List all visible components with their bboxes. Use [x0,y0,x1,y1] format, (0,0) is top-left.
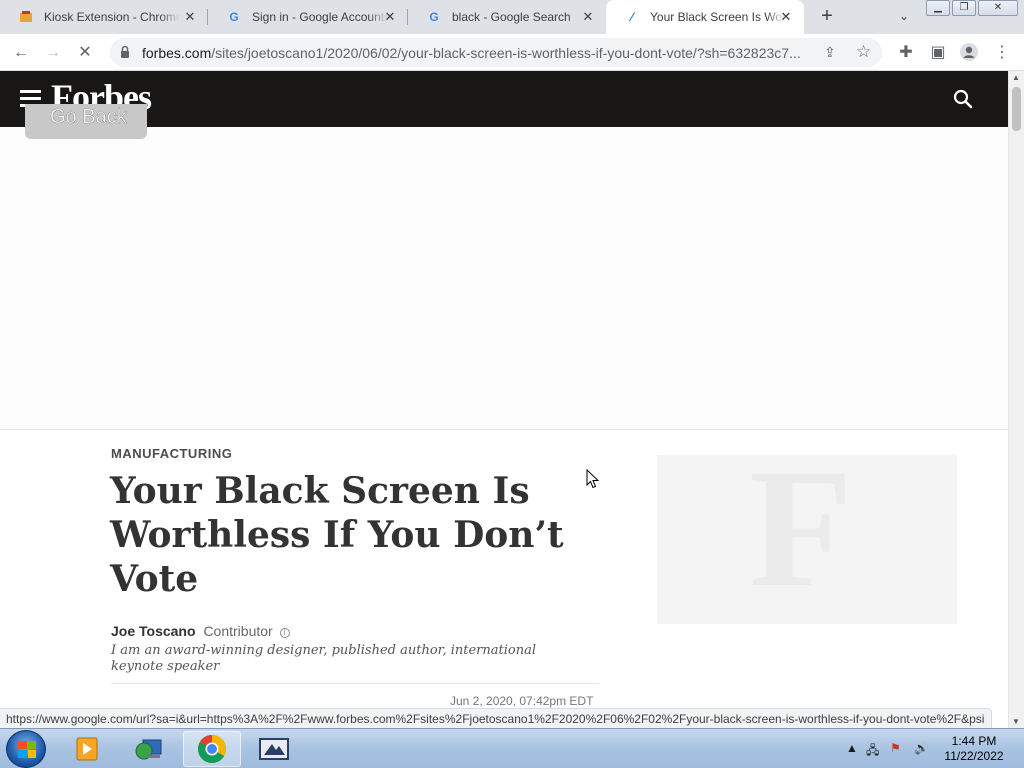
author-name[interactable]: Joe Toscano [111,623,196,639]
extensions-puzzle-icon[interactable]: ✚ [895,42,917,64]
tab-google-sign-in[interactable]: G Sign in - Google Accounts ✕ [208,0,408,34]
share-icon[interactable]: ⇪ [824,44,836,61]
restore-button[interactable]: ❐ [952,0,976,16]
placeholder-image: F [657,455,957,624]
start-button[interactable] [6,730,46,768]
tab-forbes-article[interactable]: ⁄ Your Black Screen Is Worthless ✕ [606,0,804,34]
author-bio: I am an award-winning designer, publishe… [111,643,536,674]
taskbar-network-app[interactable] [120,731,178,767]
web-page: Forbes Go Back MANUFACTURING Your Black … [0,71,1008,708]
windows-logo-icon [18,741,36,758]
close-tab-icon[interactable]: ✕ [182,9,198,25]
divider [111,683,599,684]
forbes-f-watermark: F [749,455,853,622]
tab-strip: Kiosk Extension - Chrome ✕ G Sign in - G… [0,0,1024,34]
volume-speaker-icon[interactable]: 🔊 [914,741,929,755]
tab-title: black - Google Search [452,10,571,24]
forward-arrow-icon[interactable]: → [42,42,64,64]
new-tab-button[interactable]: + [816,6,838,28]
url-path: /sites/joetoscano1/2020/06/02/your-black… [211,45,801,61]
forbes-header: Forbes [0,71,1008,127]
tab-search-chevron-icon[interactable]: ⌄ [895,9,913,25]
tab-title: Sign in - Google Accounts [252,10,388,24]
taskbar-chrome[interactable] [183,731,241,767]
go-back-label[interactable]: Go Back [50,106,127,129]
remote-desktop-icon [259,738,289,760]
clock-date: 11/22/2022 [944,749,1004,763]
article-category[interactable]: MANUFACTURING [111,446,232,461]
chrome-icon [198,735,226,763]
bookmark-star-icon[interactable]: ☆ [856,42,871,62]
network-globe-icon [135,739,162,760]
browser-toolbar: ← → ✕ forbes.com/sites/joetoscano1/2020/… [0,34,1024,71]
close-tab-icon[interactable]: ✕ [580,9,596,25]
taskbar-media-player[interactable] [58,731,116,767]
minimize-button[interactable]: ▁ [926,0,950,16]
search-icon[interactable] [952,88,974,110]
google-favicon-icon: G [429,10,439,24]
media-player-icon [76,737,98,761]
window-controls: ▁ ❐ ✕ [926,0,1020,18]
chrome-menu-icon[interactable]: ⋮ [991,42,1013,64]
status-url: https://www.google.com/url?sa=i&url=http… [6,712,984,726]
show-hidden-icons-arrow-icon[interactable]: ▲ [846,741,858,755]
tab-title: Kiosk Extension - Chrome [44,10,180,24]
kiosk-favicon-icon [18,9,34,25]
loading-spinner-icon: ⁄ [630,10,633,24]
author-role: Contributor [203,623,273,639]
back-arrow-icon[interactable]: ← [10,42,32,64]
close-tab-icon[interactable]: ✕ [778,9,794,25]
author-byline: Joe Toscano Contributor i [111,623,290,639]
clock-time: 1:44 PM [951,734,997,748]
tab-kiosk-extension[interactable]: Kiosk Extension - Chrome ✕ [0,0,208,34]
publish-date: Jun 2, 2020, 07:42pm EDT [450,694,594,708]
network-status-icon[interactable]: 🖧 [866,741,879,762]
article-headline: Your Black Screen Is Worthless If You Do… [110,470,564,600]
close-tab-icon[interactable]: ✕ [382,9,398,25]
stop-loading-icon[interactable]: ✕ [74,42,96,64]
url-text[interactable]: forbes.com/sites/joetoscano1/2020/06/02/… [142,45,822,61]
url-host: forbes.com [142,45,212,61]
taskbar-remote-desktop[interactable] [245,731,303,767]
action-center-flag-icon[interactable]: ⚑ [890,741,901,755]
tab-title: Your Black Screen Is Worthless [650,10,786,24]
info-icon[interactable]: i [279,628,290,638]
system-clock[interactable]: 1:44 PM 11/22/2022 [938,734,1010,764]
page-scrollbar[interactable]: ▲ ▼ [1008,71,1024,728]
google-favicon-icon: G [229,10,239,24]
windows-taskbar: ▲ 🖧 ⚑ 🔊 1:44 PM 11/22/2022 [0,728,1024,768]
side-panel-icon[interactable]: ▣ [927,42,949,64]
link-status-bubble: https://www.google.com/url?sa=i&url=http… [0,708,992,728]
scroll-up-arrow-icon[interactable]: ▲ [1012,73,1020,82]
scroll-down-arrow-icon[interactable]: ▼ [1012,717,1020,726]
address-bar[interactable]: forbes.com/sites/joetoscano1/2020/06/02/… [110,38,882,67]
mouse-cursor-icon [586,469,600,489]
scroll-thumb[interactable] [1012,87,1021,131]
profile-avatar-icon[interactable] [958,42,980,64]
close-window-button[interactable]: ✕ [978,0,1018,16]
tab-google-search[interactable]: G black - Google Search ✕ [408,0,606,34]
ad-placeholder [0,127,1008,430]
lock-icon[interactable] [120,45,130,59]
